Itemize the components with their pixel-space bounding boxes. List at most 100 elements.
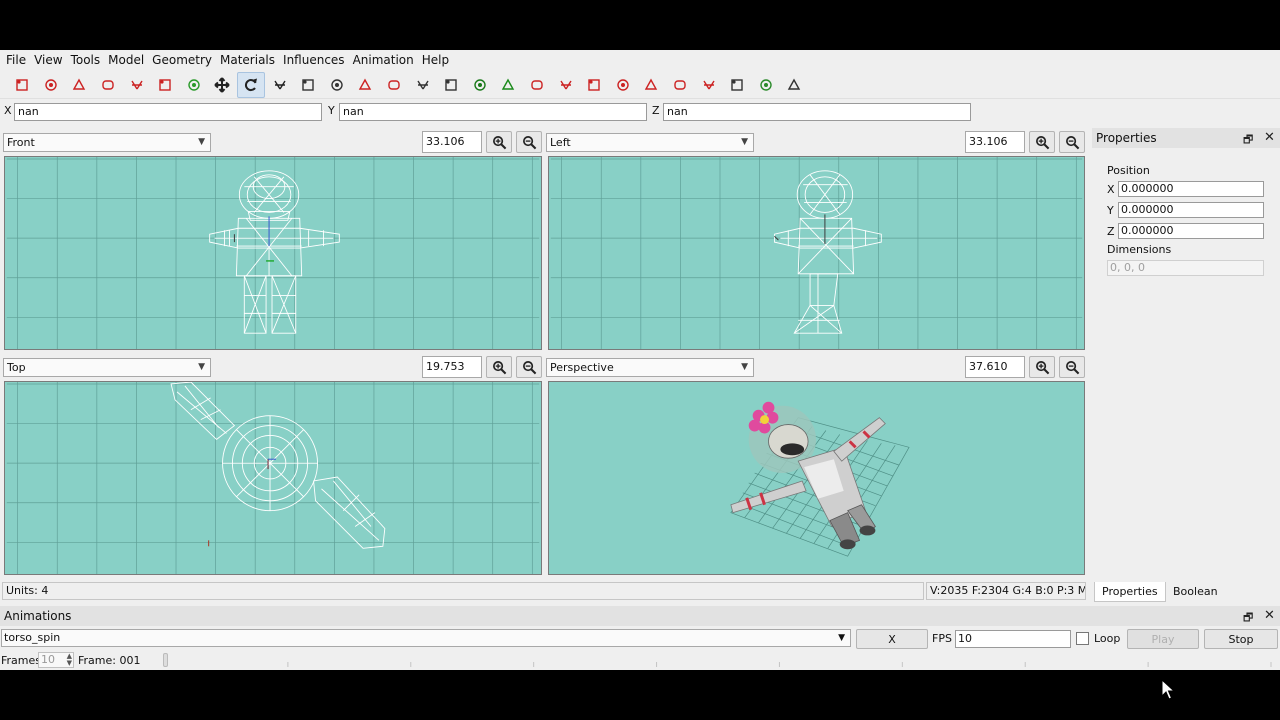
- perspective-view-select[interactable]: Perspective ▼: [546, 358, 754, 377]
- menu-animation[interactable]: Animation: [349, 50, 418, 70]
- y-coord-field[interactable]: nan: [339, 103, 647, 121]
- polygon-icon: [645, 78, 658, 90]
- taper-tool-button[interactable]: [323, 72, 352, 98]
- move-tool-button[interactable]: [208, 72, 237, 98]
- perspective-zoom-in-button[interactable]: [1029, 356, 1055, 378]
- select-groups-tool-button[interactable]: [65, 72, 94, 98]
- left-zoom-in-button[interactable]: [1029, 131, 1055, 153]
- select-vertices-tool-button[interactable]: [8, 72, 37, 98]
- frame-slider-handle[interactable]: [163, 653, 168, 667]
- zoom-in-icon: [492, 135, 506, 149]
- extrude-tool-button[interactable]: [408, 72, 437, 98]
- torus-icon: [617, 78, 629, 91]
- model-counts-status: V:2035 F:2304 G:4 B:0 P:3 M:2: [926, 582, 1086, 600]
- shear-tool-button[interactable]: [294, 72, 323, 98]
- front-view-select[interactable]: Front ▼: [3, 133, 211, 152]
- left-view-select[interactable]: Left ▼: [546, 133, 754, 152]
- delete-animation-button[interactable]: X: [856, 629, 928, 649]
- x-coord-field[interactable]: nan: [14, 103, 322, 121]
- position-x-field[interactable]: 0.000000: [1118, 181, 1264, 197]
- loop-checkbox[interactable]: [1076, 632, 1089, 645]
- frames-stepper[interactable]: 10 ▲ ▼: [38, 652, 74, 668]
- scale-tool-button[interactable]: [265, 72, 294, 98]
- perspective-viewport[interactable]: [548, 381, 1085, 575]
- dimensions-field: 0, 0, 0: [1107, 260, 1264, 276]
- tab-boolean-operation[interactable]: Boolean Operation: [1166, 582, 1280, 618]
- select-joints-tool-button[interactable]: [94, 72, 123, 98]
- front-zoom-field[interactable]: 33.106: [422, 131, 482, 153]
- projection-tool-button[interactable]: [694, 72, 723, 98]
- left-zoom-out-button[interactable]: [1059, 131, 1085, 153]
- fps-field[interactable]: 10: [955, 630, 1071, 648]
- select-bone-joints-tool-button[interactable]: [180, 72, 209, 98]
- left-view-label: Left: [550, 136, 571, 149]
- menu-materials[interactable]: Materials: [216, 50, 279, 70]
- wireframe-model: [170, 382, 386, 549]
- menu-geometry[interactable]: Geometry: [148, 50, 216, 70]
- paint-texture-icon: [760, 78, 772, 91]
- frame-slider-ticks: [164, 662, 1272, 667]
- select-faces-tool-button[interactable]: [37, 72, 66, 98]
- paint-texture-tool-button[interactable]: [751, 72, 780, 98]
- ellipsoid-tool-button[interactable]: [551, 72, 580, 98]
- polygon-tool-button[interactable]: [637, 72, 666, 98]
- zoom-out-icon: [522, 360, 536, 374]
- model-editor-window: File View Tools Model Geometry Materials…: [0, 50, 1280, 700]
- new-joint-tool-button[interactable]: [466, 72, 495, 98]
- tab-properties[interactable]: Properties: [1094, 582, 1166, 602]
- background-tool-button[interactable]: [666, 72, 695, 98]
- close-panel-icon[interactable]: ✕: [1264, 130, 1275, 145]
- front-zoom-in-button[interactable]: [486, 131, 512, 153]
- play-button[interactable]: Play: [1127, 629, 1199, 649]
- top-view-select[interactable]: Top ▼: [3, 358, 211, 377]
- perspective-zoom-field[interactable]: 37.610: [965, 356, 1025, 378]
- select-groups-icon: [73, 78, 86, 90]
- stop-button[interactable]: Stop: [1204, 629, 1278, 649]
- position-z-field[interactable]: 0.000000: [1118, 223, 1264, 239]
- front-viewport[interactable]: [4, 156, 542, 350]
- twist-tool-button[interactable]: [380, 72, 409, 98]
- extrude-icon: [417, 80, 429, 89]
- menu-tools[interactable]: Tools: [67, 50, 105, 70]
- new-vertex-tool-button[interactable]: [437, 72, 466, 98]
- zoom-in-icon: [1035, 360, 1049, 374]
- perspective-zoom-out-button[interactable]: [1059, 356, 1085, 378]
- top-zoom-in-button[interactable]: [486, 356, 512, 378]
- animation-select[interactable]: torso_spin ▼: [1, 629, 851, 647]
- chevron-down-icon: ▼: [198, 137, 205, 147]
- tool-bar: [0, 71, 1280, 99]
- attach-tool-button[interactable]: [780, 72, 809, 98]
- top-zoom-out-button[interactable]: [516, 356, 542, 378]
- select-points-tool-button[interactable]: [122, 72, 151, 98]
- cylinder-tool-button[interactable]: [580, 72, 609, 98]
- select-connected-tool-button[interactable]: [151, 72, 180, 98]
- top-viewport[interactable]: [4, 381, 542, 575]
- left-zoom-field[interactable]: 33.106: [965, 131, 1025, 153]
- position-y-field[interactable]: 0.000000: [1118, 202, 1264, 218]
- torus-tool-button[interactable]: [608, 72, 637, 98]
- left-viewport[interactable]: [548, 156, 1085, 350]
- bone-tool-button[interactable]: [723, 72, 752, 98]
- front-zoom-out-button[interactable]: [516, 131, 542, 153]
- menu-influences[interactable]: Influences: [279, 50, 349, 70]
- menu-model[interactable]: Model: [104, 50, 148, 70]
- bend-tool-button[interactable]: [351, 72, 380, 98]
- grid-lines: [6, 382, 540, 574]
- menu-file[interactable]: File: [2, 50, 30, 70]
- chevron-down-icon: ▼: [838, 633, 845, 643]
- rotate-tool-button[interactable]: [236, 71, 266, 98]
- cube-icon: [531, 79, 543, 90]
- top-zoom-field[interactable]: 19.753: [422, 356, 482, 378]
- chevron-down-icon: ▼: [198, 362, 205, 372]
- close-panel-icon[interactable]: ✕: [1264, 608, 1275, 623]
- menu-help[interactable]: Help: [418, 50, 453, 70]
- float-panel-icon[interactable]: 🗗: [1243, 131, 1253, 150]
- float-panel-icon[interactable]: 🗗: [1243, 609, 1253, 628]
- z-coord-field[interactable]: nan: [663, 103, 971, 121]
- coordinate-bar: X nan Y nan Z nan: [0, 102, 1280, 122]
- mouse-cursor-icon: [1161, 679, 1176, 700]
- menu-view[interactable]: View: [30, 50, 66, 70]
- new-point-tool-button[interactable]: [494, 72, 523, 98]
- cube-tool-button[interactable]: [523, 72, 552, 98]
- select-faces-icon: [45, 78, 57, 91]
